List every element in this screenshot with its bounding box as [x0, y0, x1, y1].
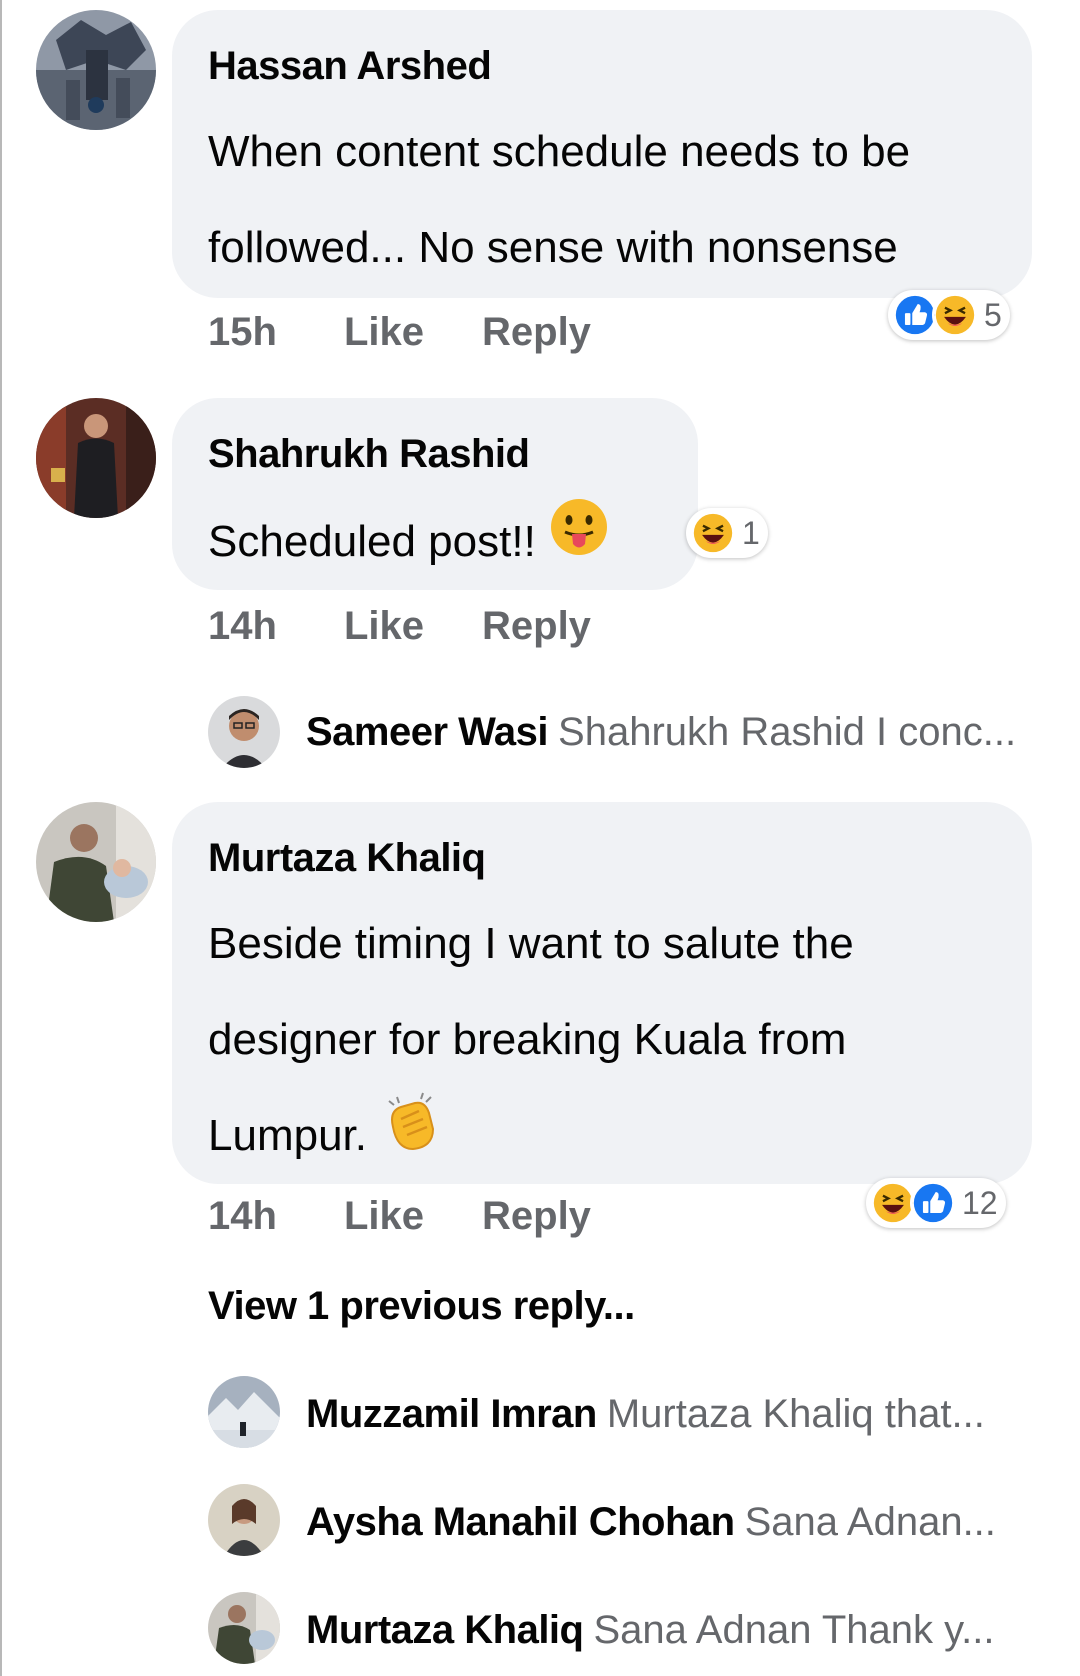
comment-text-line: Beside timing I want to salute the: [208, 919, 854, 968]
reply-author[interactable]: Aysha Manahil Chohan: [306, 1500, 735, 1544]
reaction-summary[interactable]: 1: [686, 508, 768, 558]
reply-preview-row[interactable]: Murtaza Khaliq Sana Adnan Thank y...: [306, 1608, 995, 1653]
reaction-count: 1: [742, 514, 760, 551]
comment-text-line: followed... No sense with nonsense: [208, 223, 898, 272]
reply-button[interactable]: Reply: [482, 1194, 591, 1239]
avatar-shahrukh-rashid[interactable]: [36, 398, 156, 518]
avatar-muzzamil-imran[interactable]: [208, 1376, 280, 1448]
reaction-summary[interactable]: 12: [866, 1178, 1006, 1228]
haha-reaction-icon: [932, 292, 978, 338]
tongue-face-emoji-icon: [548, 496, 610, 592]
like-button[interactable]: Like: [344, 1194, 424, 1239]
comment-text: Lumpur.: [208, 1111, 367, 1160]
reply-button[interactable]: Reply: [482, 310, 591, 355]
reply-preview-row[interactable]: Sameer Wasi Shahrukh Rashid I conc...: [306, 710, 1016, 755]
like-button[interactable]: Like: [344, 310, 424, 355]
reply-button[interactable]: Reply: [482, 604, 591, 649]
avatar-aysha-manahil-chohan[interactable]: [208, 1484, 280, 1556]
comment-author[interactable]: Murtaza Khaliq: [208, 836, 486, 881]
comment-time: 14h: [208, 1194, 277, 1238]
comment-time: 15h: [208, 310, 277, 354]
comment-text-line: Lumpur.: [208, 1088, 443, 1187]
comment-author[interactable]: Shahrukh Rashid: [208, 432, 530, 477]
reply-preview-row[interactable]: Muzzamil Imran Murtaza Khaliq that...: [306, 1392, 985, 1437]
reaction-summary[interactable]: 5: [888, 290, 1010, 340]
reaction-count: 12: [962, 1184, 998, 1221]
view-previous-replies-link[interactable]: View 1 previous reply...: [208, 1284, 635, 1329]
comment-text-line: designer for breaking Kuala from: [208, 1015, 847, 1064]
avatar-sameer-wasi[interactable]: [208, 696, 280, 768]
avatar-murtaza-khaliq-reply[interactable]: [208, 1592, 280, 1664]
reply-author[interactable]: Murtaza Khaliq: [306, 1608, 584, 1652]
reply-preview-text: Murtaza Khaliq that...: [606, 1392, 985, 1436]
comment-author[interactable]: Hassan Arshed: [208, 44, 492, 89]
avatar-murtaza-khaliq[interactable]: [36, 802, 156, 922]
reply-author[interactable]: Sameer Wasi: [306, 710, 549, 754]
comment-text: Scheduled post!!: [208, 517, 536, 566]
clapping-hands-emoji-icon: [379, 1089, 443, 1187]
reply-author[interactable]: Muzzamil Imran: [306, 1392, 597, 1436]
avatar-hassan-arshed[interactable]: [36, 10, 156, 130]
left-border: [0, 0, 2, 1676]
reply-preview-text: Sana Adnan...: [744, 1500, 996, 1544]
reply-preview-row[interactable]: Aysha Manahil Chohan Sana Adnan...: [306, 1500, 996, 1545]
comment-time: 14h: [208, 604, 277, 648]
reply-preview-text: Sana Adnan Thank y...: [593, 1608, 995, 1652]
comment-text-line: When content schedule needs to be: [208, 127, 911, 176]
haha-reaction-icon: [690, 510, 736, 556]
comment-text-line: Scheduled post!!: [208, 494, 610, 592]
like-button[interactable]: Like: [344, 604, 424, 649]
reaction-count: 5: [984, 296, 1002, 333]
like-reaction-icon: [910, 1180, 956, 1226]
reply-preview-text: Shahrukh Rashid I conc...: [558, 710, 1017, 754]
